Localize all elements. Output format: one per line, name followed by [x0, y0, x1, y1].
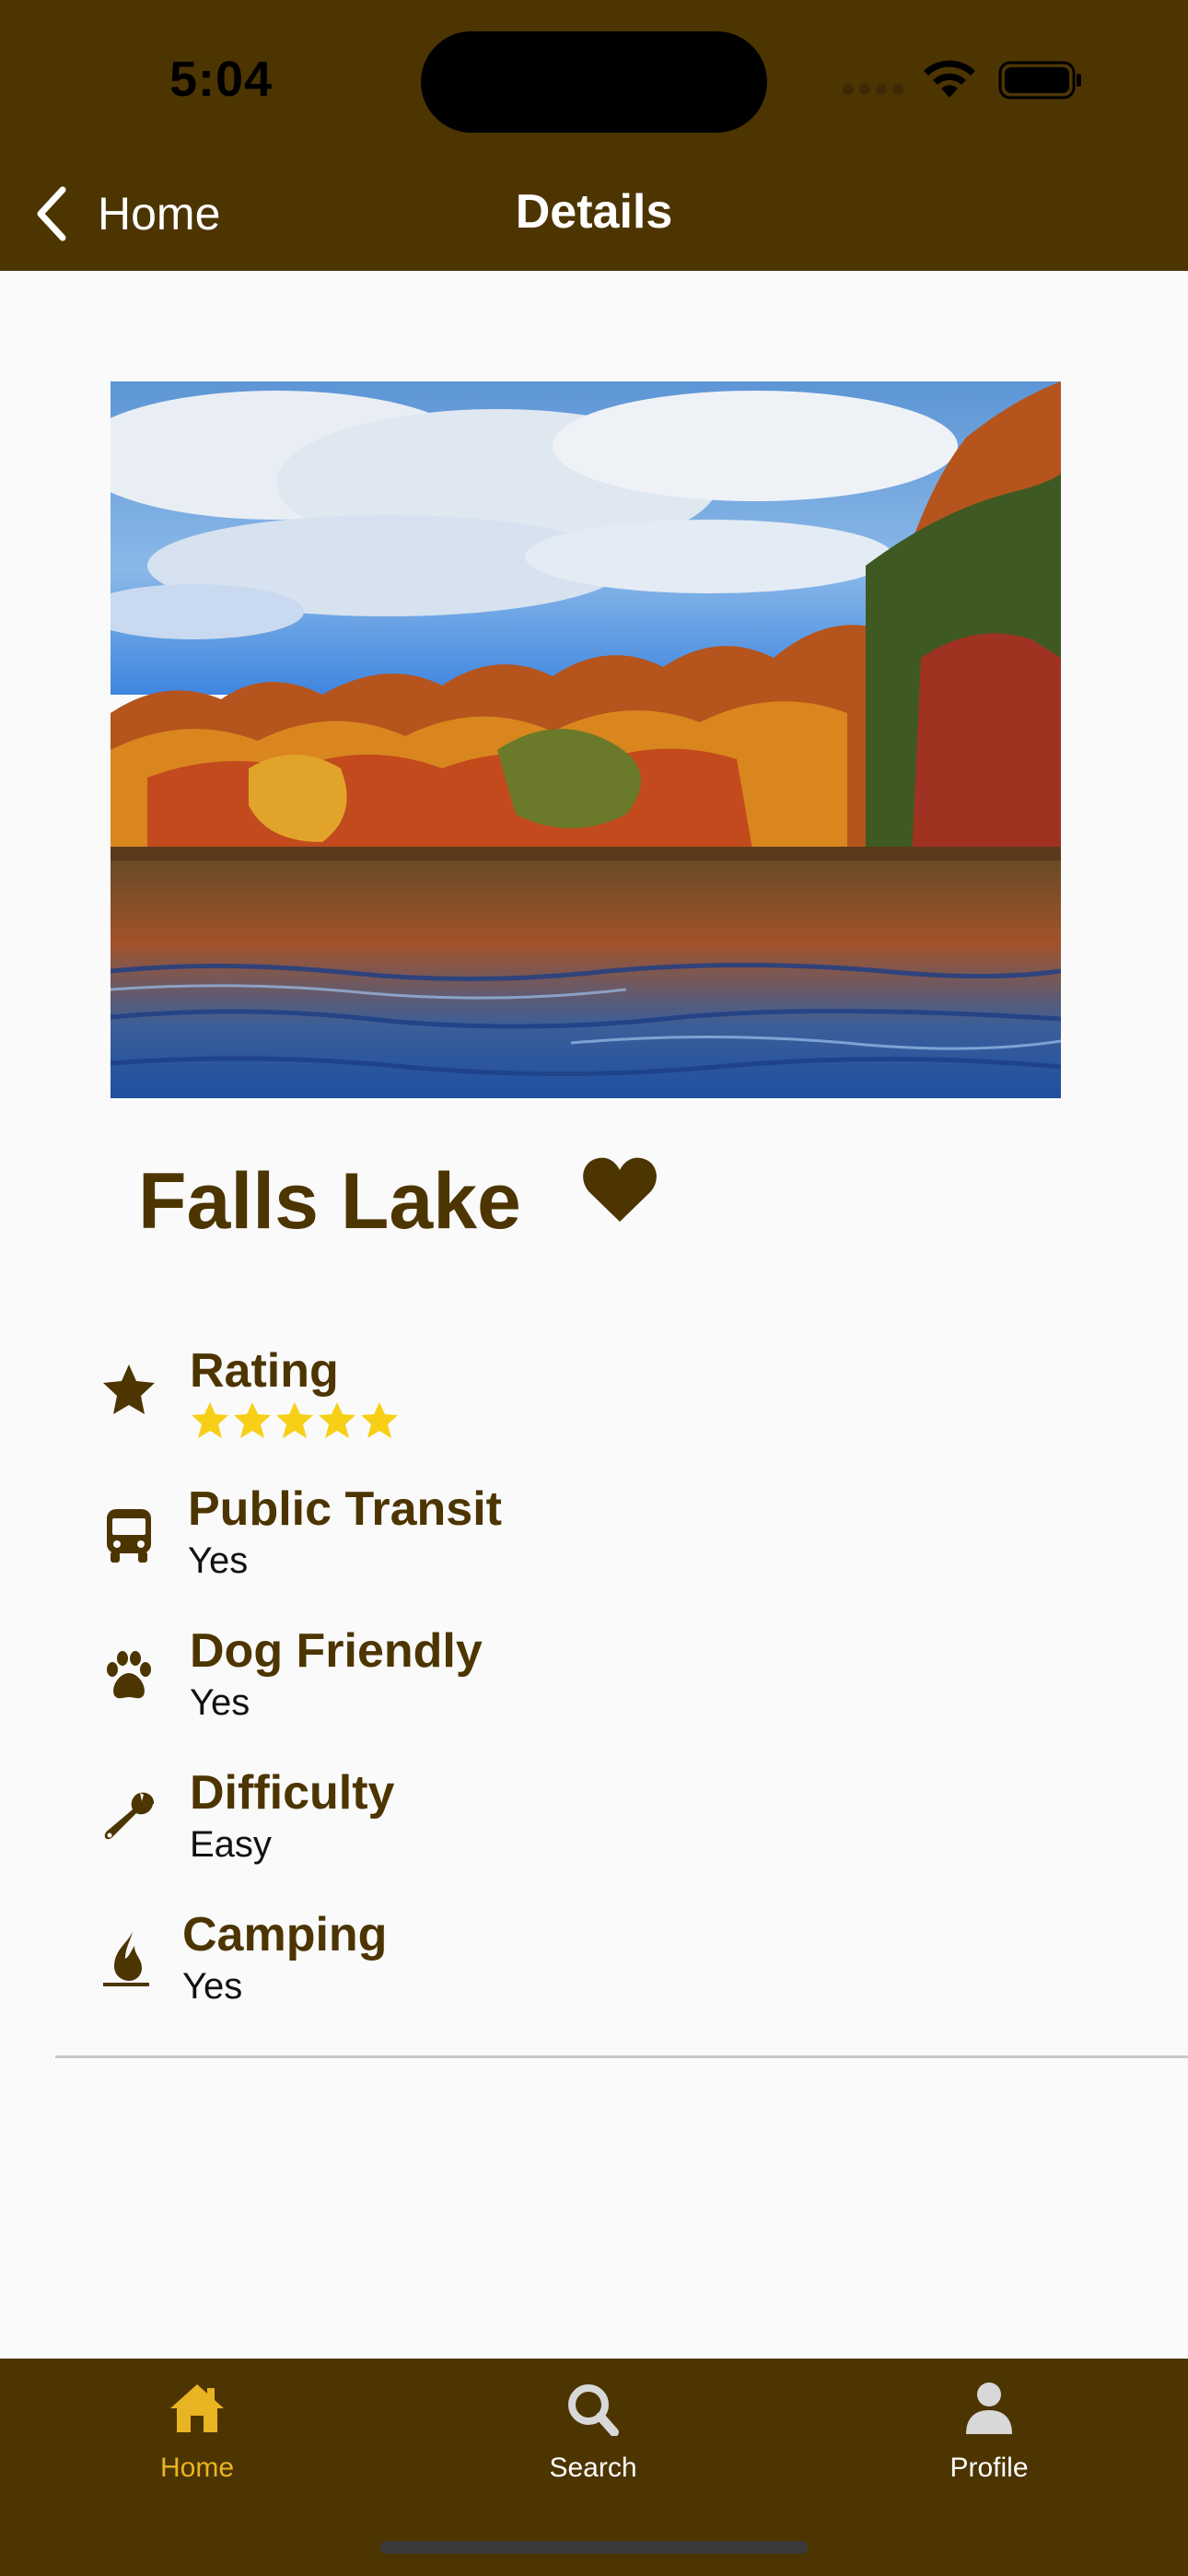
status-bar: 5:04: [0, 0, 1188, 157]
tab-home-label: Home: [159, 2453, 235, 2483]
tab-search-label: Search: [549, 2453, 637, 2483]
dog-friendly-label: Dog Friendly: [190, 1624, 483, 1678]
wifi-icon: [924, 60, 975, 98]
tab-search[interactable]: Search: [483, 2381, 704, 2484]
dynamic-island: [421, 31, 767, 133]
star-icon: [361, 1402, 398, 1438]
public-transit-value: Yes: [188, 1540, 249, 1581]
star-icon: [276, 1402, 313, 1438]
camping-row: Camping Yes: [101, 1907, 746, 2018]
heart-icon[interactable]: [582, 1155, 658, 1224]
public-transit-label: Public Transit: [188, 1482, 502, 1536]
rating-row: Rating: [101, 1343, 746, 1445]
tab-profile-label: Profile: [949, 2453, 1029, 2483]
tab-home[interactable]: Home: [87, 2381, 308, 2484]
camping-label: Camping: [182, 1908, 388, 1961]
tab-profile[interactable]: Profile: [879, 2381, 1100, 2484]
difficulty-label: Difficulty: [190, 1766, 395, 1820]
star-icon: [319, 1402, 355, 1438]
home-icon: [170, 2384, 224, 2432]
home-indicator: [380, 2541, 808, 2554]
battery-icon: [998, 61, 1081, 100]
place-title: Falls Lake: [138, 1157, 521, 1246]
rating-label: Rating: [190, 1344, 339, 1398]
page-title: Details: [515, 185, 673, 239]
wrench-icon: [104, 1792, 155, 1840]
search-icon: [568, 2384, 619, 2436]
bus-icon: [107, 1509, 151, 1563]
person-icon: [966, 2383, 1012, 2434]
difficulty-row: Difficulty Easy: [101, 1765, 746, 1876]
rating-stars: [190, 1400, 400, 1441]
navigation-bar: Home Details: [0, 157, 1188, 271]
divider: [55, 2055, 1188, 2058]
star-icon: [234, 1402, 271, 1438]
paw-icon: [107, 1651, 151, 1699]
status-time: 5:04: [169, 52, 274, 107]
star-icon: [192, 1402, 228, 1438]
fire-icon: [103, 1931, 149, 1986]
cellular-signal-icon: [843, 84, 903, 95]
lake-photo: [111, 381, 1061, 1098]
star-icon: [103, 1364, 155, 1414]
public-transit-row: Public Transit Yes: [101, 1481, 746, 1592]
dog-friendly-value: Yes: [190, 1682, 250, 1723]
camping-value: Yes: [182, 1966, 243, 2007]
dog-friendly-row: Dog Friendly Yes: [101, 1623, 746, 1734]
difficulty-value: Easy: [190, 1824, 272, 1865]
